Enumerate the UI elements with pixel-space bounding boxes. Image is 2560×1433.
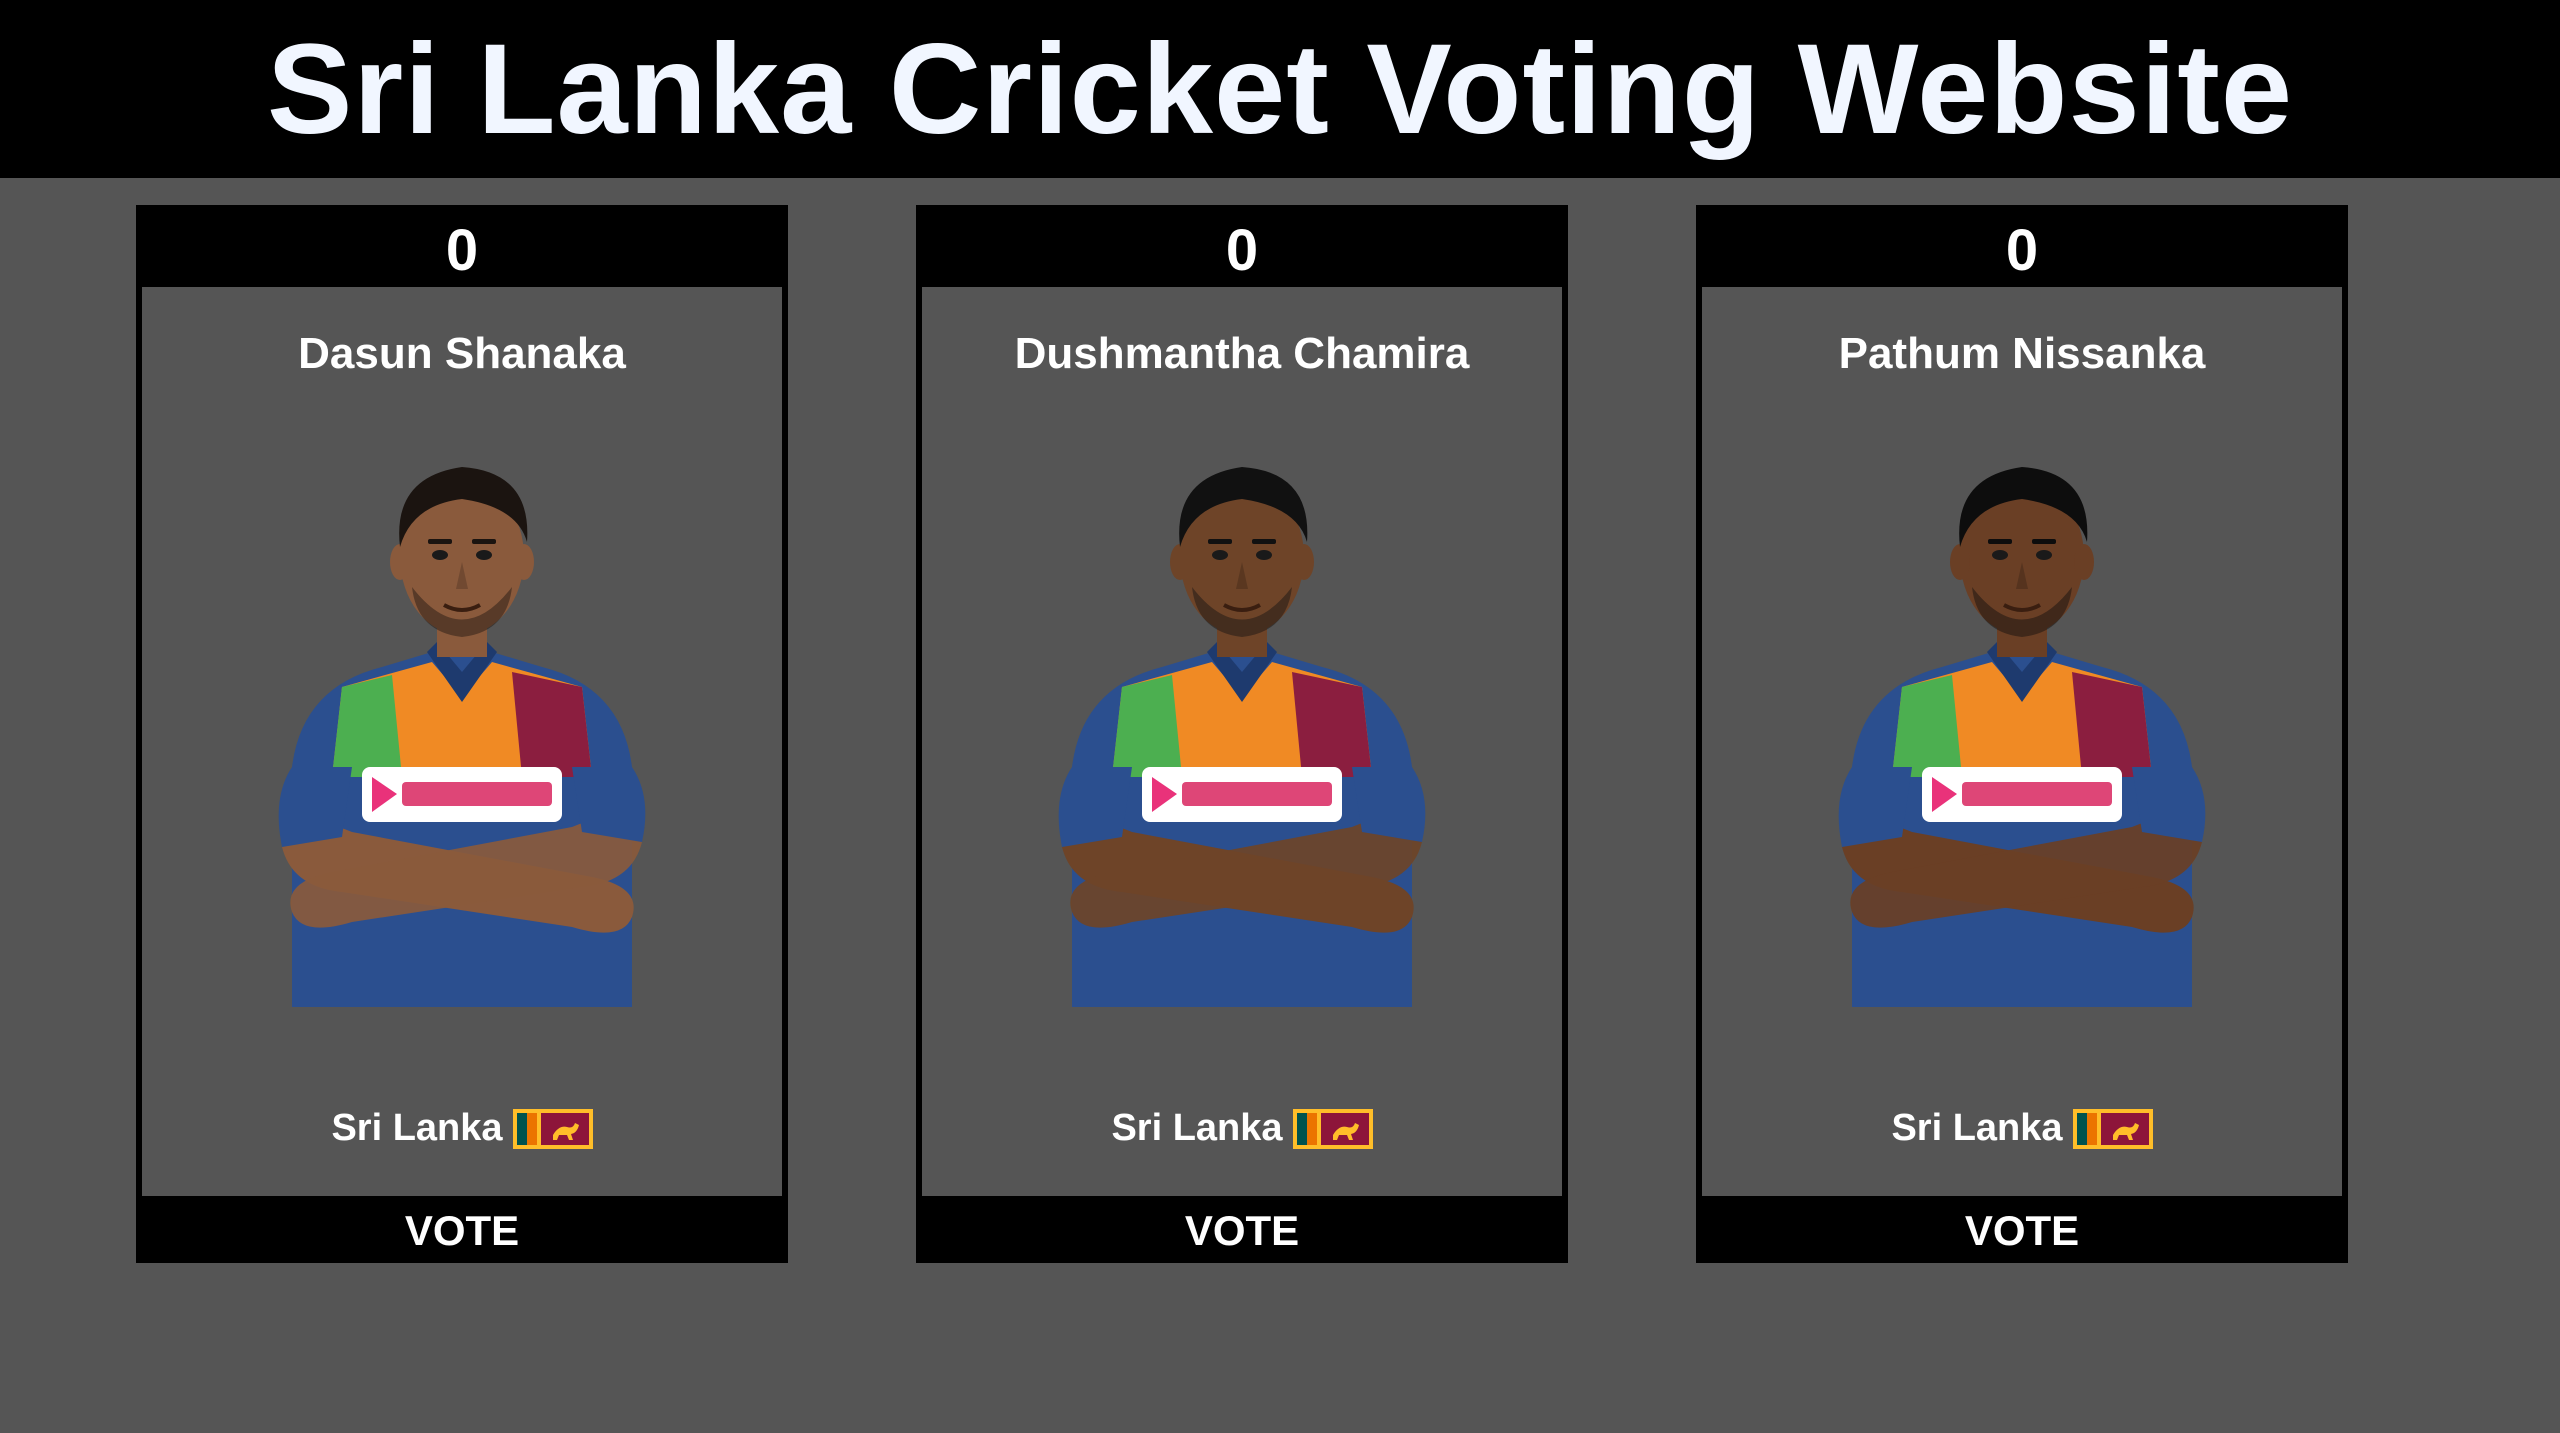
player-photo: [278, 467, 646, 1007]
vote-count: 0: [2005, 218, 2039, 283]
player-photo: [1058, 467, 1426, 1007]
sri-lanka-flag-icon: [1292, 1108, 1373, 1149]
player-card: 0 Dushmantha Chamira Sri Lanka VOTE: [916, 205, 1568, 1263]
country-name: Sri Lanka: [1891, 1107, 2063, 1149]
sri-lanka-flag-icon: [2072, 1108, 2153, 1149]
page-header: Sri Lanka Cricket Voting Website: [0, 0, 2560, 178]
country-label-row: Sri Lanka: [922, 1107, 1562, 1150]
player-card: 0 Pathum Nissanka Sri Lanka VOTE: [1696, 205, 2348, 1263]
vote-button[interactable]: VOTE: [1696, 1198, 2348, 1263]
player-name: Pathum Nissanka: [1838, 329, 2206, 378]
player-card-body: Pathum Nissanka Sri Lanka: [1702, 287, 2342, 1196]
player-name: Dasun Shanaka: [298, 329, 626, 378]
country-name: Sri Lanka: [1111, 1107, 1283, 1149]
player-name: Dushmantha Chamira: [1014, 329, 1470, 378]
country-label-row: Sri Lanka: [1702, 1107, 2342, 1150]
vote-button[interactable]: VOTE: [916, 1198, 1568, 1263]
player-card-body: Dasun Shanaka Sri Lanka: [142, 287, 782, 1196]
sri-lanka-flag-icon: [512, 1108, 593, 1149]
vote-count: 0: [445, 218, 479, 283]
page-title: Sri Lanka Cricket Voting Website: [267, 17, 2293, 161]
player-photo: [1838, 467, 2206, 1007]
vote-button[interactable]: VOTE: [136, 1198, 788, 1263]
player-card: 0 Dasun Shanaka Sri Lanka VOTE: [136, 205, 788, 1263]
player-card-body: Dushmantha Chamira Sri Lanka: [922, 287, 1562, 1196]
vote-count: 0: [1225, 218, 1259, 283]
country-label-row: Sri Lanka: [142, 1107, 782, 1150]
country-name: Sri Lanka: [331, 1107, 503, 1149]
